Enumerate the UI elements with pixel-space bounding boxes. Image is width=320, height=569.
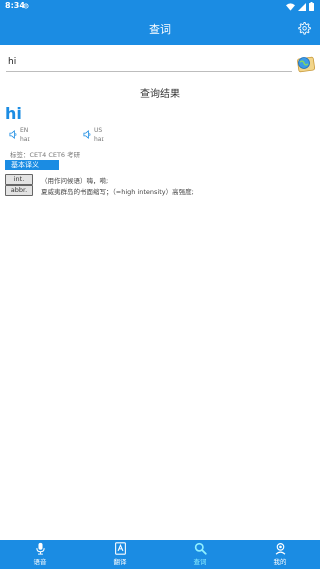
- pron-us[interactable]: US haɪ: [83, 126, 104, 144]
- user-icon: [275, 543, 285, 555]
- result-title: 查询结果: [140, 89, 180, 100]
- nav-item-mine[interactable]: 我的: [240, 540, 320, 569]
- nav-label: 我的: [273, 558, 287, 566]
- nav-label: 查词: [193, 558, 207, 566]
- search-input[interactable]: [6, 55, 294, 69]
- nav-label: 翻译: [113, 558, 127, 566]
- microphone-icon: [35, 542, 45, 555]
- pron-en[interactable]: EN haɪ: [9, 126, 30, 144]
- translate-icon: [114, 542, 126, 555]
- app-bar: 查词: [0, 13, 320, 45]
- status-time: 8:34: [5, 1, 25, 10]
- speaker-icon[interactable]: [9, 130, 18, 139]
- pos-chip: abbr.: [5, 185, 33, 196]
- definition-text: （用作问候语）嗨，嗬;: [41, 176, 109, 185]
- pos-chip: int.: [5, 174, 33, 185]
- section-label-basic: 基本译义: [5, 160, 59, 170]
- definition-row: abbr. 夏威夷群岛的书面缩写；（=high intensity）高强度;: [5, 185, 194, 196]
- result-word: hi: [5, 104, 22, 123]
- search-icon: [194, 542, 207, 555]
- definition-text: 夏威夷群岛的书面缩写；（=high intensity）高强度;: [41, 187, 194, 196]
- wifi-icon: [286, 2, 295, 11]
- settings-gear-icon[interactable]: [297, 21, 311, 35]
- search-underline: [6, 71, 292, 72]
- notification-icon: [23, 3, 29, 9]
- speaker-icon[interactable]: [83, 130, 92, 139]
- status-bar: 8:34: [0, 0, 320, 13]
- nav-item-translate[interactable]: 翻译: [80, 540, 160, 569]
- bottom-nav: 语音 翻译 查词 我的: [0, 540, 320, 569]
- pron-phonetic: haɪ: [20, 136, 30, 143]
- nav-label: 语音: [33, 558, 47, 566]
- pron-region: US: [94, 127, 103, 134]
- word-tags: 标签：CET4 CET6 考研: [10, 151, 81, 159]
- page-title: 查词: [149, 23, 171, 36]
- pron-phonetic: haɪ: [94, 136, 104, 143]
- signal-icon: [298, 2, 306, 11]
- search-row: [0, 52, 320, 76]
- pron-region: EN: [20, 127, 29, 134]
- search-globe-icon[interactable]: [295, 54, 317, 74]
- nav-item-lookup[interactable]: 查词: [160, 540, 240, 569]
- definition-row: int. （用作问候语）嗨，嗬;: [5, 174, 108, 185]
- nav-item-voice[interactable]: 语音: [0, 540, 80, 569]
- battery-icon: [309, 2, 314, 11]
